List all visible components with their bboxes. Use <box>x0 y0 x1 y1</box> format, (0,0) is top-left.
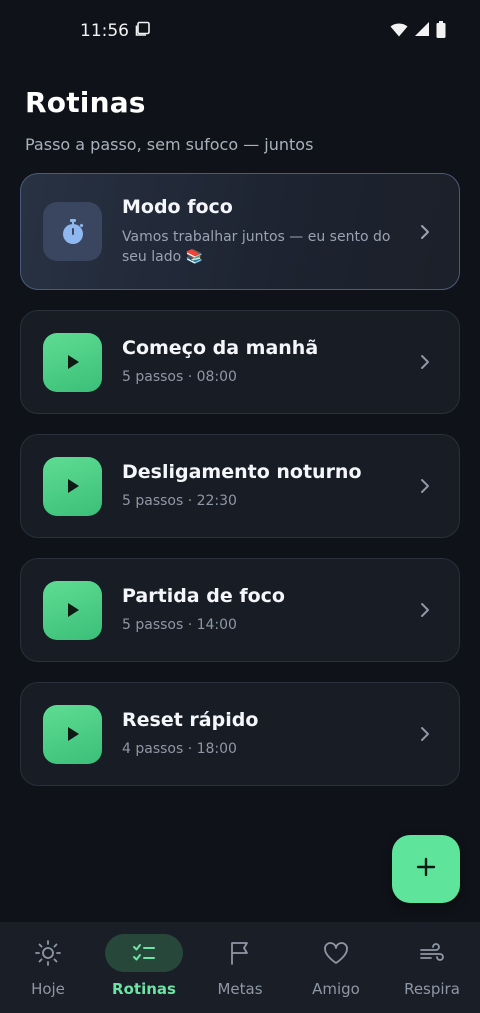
flag-icon <box>201 934 279 972</box>
routine-title: Começo da manhã <box>122 337 319 359</box>
page-subtitle: Passo a passo, sem sufoco — juntos <box>25 135 314 154</box>
routine-card-text: Partida de foco 5 passos · 14:00 <box>122 585 413 635</box>
routine-card[interactable]: Reset rápido 4 passos · 18:00 <box>20 682 460 786</box>
screenshot-icon <box>135 21 151 42</box>
bottom-navigation: Hoje Rotinas Metas Amigo Respira <box>0 922 480 1013</box>
nav-item-respira[interactable]: Respira <box>384 934 480 998</box>
routine-card[interactable]: Começo da manhã 5 passos · 08:00 <box>20 310 460 414</box>
checklist-icon <box>105 934 183 972</box>
nav-label: Respira <box>404 980 460 998</box>
nav-item-metas[interactable]: Metas <box>192 934 288 998</box>
status-time: 11:56 <box>80 21 129 41</box>
page-title: Rotinas <box>25 86 146 119</box>
signal-icon <box>414 21 430 41</box>
heart-icon <box>297 934 375 972</box>
play-icon[interactable] <box>43 456 102 516</box>
routine-card-text: Começo da manhã 5 passos · 08:00 <box>122 337 413 387</box>
chevron-right-icon <box>413 220 437 244</box>
play-icon[interactable] <box>43 704 102 764</box>
chevron-right-icon <box>413 598 437 622</box>
focus-card-title: Modo foco <box>122 196 233 218</box>
nav-item-rotinas[interactable]: Rotinas <box>96 934 192 998</box>
routine-card[interactable]: Partida de foco 5 passos · 14:00 <box>20 558 460 662</box>
plus-icon <box>415 856 437 882</box>
wifi-icon <box>390 22 408 41</box>
nav-label: Metas <box>217 980 263 998</box>
nav-item-amigo[interactable]: Amigo <box>288 934 384 998</box>
focus-mode-card[interactable]: Modo foco Vamos trabalhar juntos — eu se… <box>20 173 460 290</box>
chevron-right-icon <box>413 722 437 746</box>
nav-label: Hoje <box>31 980 65 998</box>
battery-icon <box>436 20 446 42</box>
status-right <box>390 20 446 42</box>
routine-meta: 5 passos · 14:00 <box>122 617 237 633</box>
add-routine-button[interactable] <box>392 835 460 903</box>
focus-card-text: Modo foco Vamos trabalhar juntos — eu se… <box>122 196 413 267</box>
chevron-right-icon <box>413 474 437 498</box>
stopwatch-icon <box>43 202 102 261</box>
routine-title: Desligamento noturno <box>122 461 362 483</box>
nav-label: Rotinas <box>112 980 176 998</box>
routine-card[interactable]: Desligamento noturno 5 passos · 22:30 <box>20 434 460 538</box>
sun-icon <box>9 934 87 972</box>
routine-meta: 5 passos · 22:30 <box>122 493 237 509</box>
routine-list: Modo foco Vamos trabalhar juntos — eu se… <box>20 173 460 786</box>
status-bar: 11:56 <box>0 0 480 62</box>
routine-meta: 4 passos · 18:00 <box>122 741 237 757</box>
routine-card-text: Reset rápido 4 passos · 18:00 <box>122 709 413 759</box>
focus-card-subtitle: Vamos trabalhar juntos — eu sento do seu… <box>122 229 391 265</box>
chevron-right-icon <box>413 350 437 374</box>
routine-meta: 5 passos · 08:00 <box>122 369 237 385</box>
routine-title: Reset rápido <box>122 709 259 731</box>
wind-icon <box>393 934 471 972</box>
status-left: 11:56 <box>80 21 151 42</box>
nav-label: Amigo <box>312 980 360 998</box>
nav-item-hoje[interactable]: Hoje <box>0 934 96 998</box>
routine-card-text: Desligamento noturno 5 passos · 22:30 <box>122 461 413 511</box>
play-icon[interactable] <box>43 580 102 640</box>
routine-title: Partida de foco <box>122 585 285 607</box>
play-icon[interactable] <box>43 332 102 392</box>
page-header: Rotinas Passo a passo, sem sufoco — junt… <box>25 86 455 154</box>
